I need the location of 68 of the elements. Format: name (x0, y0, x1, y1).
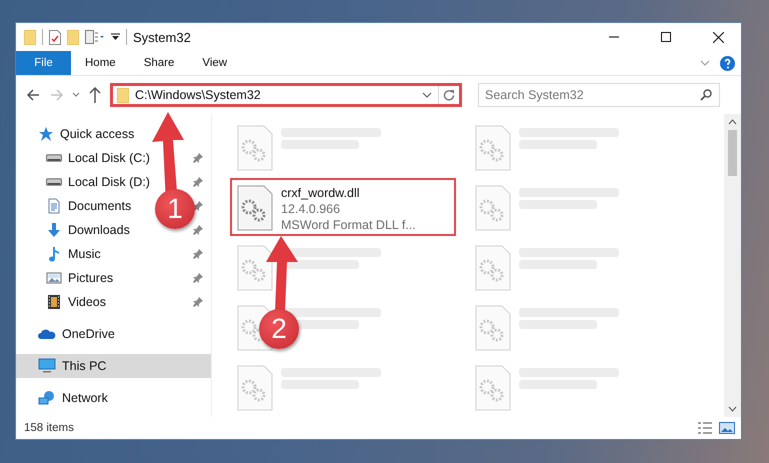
file-name: crxf_wordw.dll (281, 185, 360, 201)
file-settings-icon (475, 245, 511, 291)
scrollbar-thumb[interactable] (728, 130, 737, 176)
file-settings-icon (237, 245, 273, 291)
file-settings-icon (237, 365, 273, 411)
sidebar-item[interactable]: Downloads (68, 223, 130, 237)
pin-icon[interactable] (193, 273, 203, 283)
ribbon-tab[interactable]: Home (71, 51, 130, 75)
file-settings-icon (475, 185, 511, 231)
sidebar-item[interactable]: Pictures (68, 271, 114, 285)
cloud-icon (38, 327, 56, 341)
sidebar-item[interactable]: Local Disk (D:) (68, 175, 150, 189)
file-settings-icon (475, 365, 511, 411)
item-count: 158 items (24, 422, 74, 434)
file-detail: MSWord Format DLL f... (281, 217, 416, 233)
sidebar-item[interactable]: Quick access (60, 127, 134, 141)
sidebar-item[interactable]: OneDrive (62, 327, 115, 341)
search-field[interactable]: Search System32 (478, 83, 720, 107)
file-settings-icon (475, 305, 511, 351)
view-dropdown-icon[interactable] (85, 30, 105, 44)
pictures-icon (46, 270, 62, 286)
network-icon (38, 390, 56, 406)
close-icon (712, 32, 724, 42)
document-icon (46, 198, 62, 214)
drive-icon (46, 154, 62, 162)
caret-icon[interactable] (422, 92, 432, 98)
pin-icon[interactable] (193, 249, 203, 259)
search-icon[interactable] (700, 89, 712, 101)
file-settings-icon (475, 125, 511, 171)
scroll-up-icon[interactable] (728, 118, 737, 126)
folder-icon (117, 88, 129, 102)
address-path: C:\Windows\System32 (135, 88, 262, 102)
sidebar-item[interactable]: This PC (16, 354, 211, 378)
pin-icon[interactable] (193, 297, 203, 307)
sidebar-item[interactable]: Network (62, 391, 108, 405)
file-item[interactable]: crxf_wordw.dll 12.4.0.966 MSWord Format DLL f... (230, 178, 456, 236)
window-title: System32 (133, 30, 192, 44)
music-note-icon (46, 246, 62, 262)
expand-ribbon-icon[interactable] (700, 60, 710, 66)
computer-icon (38, 358, 56, 374)
maximize-icon (661, 32, 671, 42)
drive-icon (46, 178, 62, 186)
file-settings-icon (237, 125, 273, 171)
file-settings-icon (237, 185, 273, 231)
ribbon-tab[interactable]: Share (130, 51, 188, 75)
properties-icon[interactable] (49, 30, 61, 44)
pin-icon[interactable] (193, 153, 203, 163)
customize-caret-icon[interactable] (111, 33, 120, 41)
ribbon-tab[interactable]: View (188, 51, 242, 75)
star-icon (38, 126, 54, 142)
sidebar-item[interactable]: Documents (68, 199, 132, 213)
address-bar[interactable]: C:\Windows\System32 (110, 83, 462, 107)
film-icon (46, 294, 62, 310)
refresh-icon (443, 89, 455, 101)
pin-icon[interactable] (193, 225, 203, 235)
help-icon[interactable] (720, 56, 735, 70)
scrollbar[interactable] (724, 114, 741, 417)
large-icons-view-icon[interactable] (719, 422, 735, 434)
sidebar-item[interactable]: Music (68, 247, 101, 261)
details-view-icon[interactable] (697, 422, 713, 434)
download-icon (46, 222, 62, 238)
pin-icon[interactable] (193, 177, 203, 187)
sidebar-item[interactable]: Local Disk (C:) (68, 151, 150, 165)
recent-caret-icon[interactable] (72, 92, 80, 98)
file-detail: 12.4.0.966 (281, 201, 342, 217)
file-menu-button[interactable]: File (16, 51, 71, 75)
sidebar-item[interactable]: Videos (68, 295, 106, 309)
scroll-down-icon[interactable] (728, 405, 737, 413)
